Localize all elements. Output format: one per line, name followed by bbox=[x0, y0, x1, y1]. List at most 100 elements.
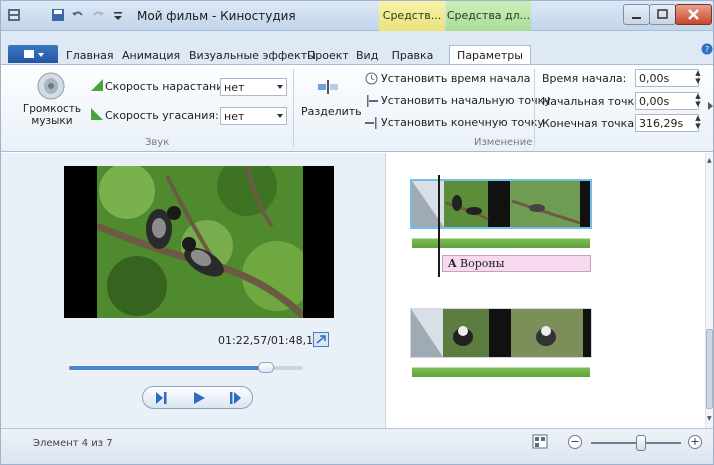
thumbnail-size-icon[interactable] bbox=[532, 434, 548, 449]
help-icon[interactable]: ? bbox=[701, 43, 713, 55]
tab-options[interactable]: Параметры bbox=[449, 45, 531, 65]
start-time-field[interactable]: 0,00s bbox=[635, 69, 699, 87]
audio-waveform bbox=[412, 365, 590, 377]
play-button[interactable] bbox=[181, 387, 217, 408]
file-menu-button[interactable] bbox=[8, 45, 58, 63]
set-start-point-button[interactable]: Установить начальную точку bbox=[365, 93, 551, 109]
next-frame-icon bbox=[230, 392, 241, 404]
tab-animation[interactable]: Анимация bbox=[117, 45, 185, 65]
start-point-spinner[interactable]: ▲ ▼ bbox=[693, 92, 703, 110]
playhead[interactable] bbox=[438, 175, 440, 277]
maximize-icon bbox=[657, 9, 668, 19]
seek-bar[interactable] bbox=[69, 362, 303, 373]
window-title: Мой фильм - Киностудия bbox=[137, 9, 296, 23]
split-icon bbox=[318, 80, 338, 94]
ribbon-scroll-right-icon[interactable] bbox=[708, 102, 713, 110]
zoom-out-button[interactable]: − bbox=[568, 435, 582, 449]
start-time-label: Время начала: bbox=[542, 72, 627, 85]
previous-frame-button[interactable] bbox=[145, 387, 181, 408]
start-point-icon bbox=[367, 95, 378, 107]
group-divider bbox=[293, 69, 294, 147]
fade-in-icon bbox=[91, 79, 103, 91]
start-point-field[interactable]: 0,00s bbox=[635, 92, 699, 110]
fullscreen-button[interactable] bbox=[313, 332, 329, 347]
save-icon[interactable] bbox=[51, 8, 65, 22]
play-icon bbox=[194, 392, 205, 404]
fade-in-select[interactable]: нет bbox=[220, 78, 287, 96]
text-icon: A bbox=[448, 257, 457, 270]
music-volume-label: Громкость музыки bbox=[22, 103, 82, 127]
end-point-spinner[interactable]: ▲ ▼ bbox=[693, 114, 703, 132]
next-frame-button[interactable] bbox=[216, 387, 252, 408]
end-point-field[interactable]: 316,29s bbox=[635, 114, 699, 132]
title-bar: Мой фильм - Киностудия Средств... Средст… bbox=[1, 1, 713, 31]
vertical-scrollbar[interactable]: ▲ ▼ bbox=[705, 153, 713, 428]
clip-thumbnails bbox=[411, 309, 591, 357]
end-point-label: Конечная точка: bbox=[542, 117, 638, 130]
group-divider bbox=[534, 69, 535, 147]
split-label: Разделить bbox=[301, 105, 362, 118]
tab-visual-effects[interactable]: Визуальные эффекты bbox=[184, 45, 321, 65]
edit-group-label: Изменение bbox=[474, 137, 533, 148]
spin-up-icon: ▲ bbox=[695, 92, 701, 100]
minimize-icon bbox=[632, 17, 641, 19]
tab-home[interactable]: Главная bbox=[61, 45, 119, 65]
expand-icon bbox=[316, 335, 326, 344]
fade-in-value: нет bbox=[224, 81, 245, 94]
seek-progress bbox=[69, 366, 266, 370]
fade-out-select[interactable]: нет bbox=[220, 107, 287, 125]
status-text: Элемент 4 из 7 bbox=[33, 438, 113, 449]
customize-qat-icon[interactable] bbox=[111, 8, 125, 22]
transport-controls bbox=[142, 386, 253, 409]
spin-down-icon: ▼ bbox=[695, 77, 701, 85]
seek-thumb[interactable] bbox=[257, 362, 274, 373]
tab-view[interactable]: Вид bbox=[351, 45, 383, 65]
fade-out-label: Скорость угасания: bbox=[105, 109, 219, 122]
maximize-button[interactable] bbox=[649, 4, 676, 25]
file-menu-icon bbox=[24, 50, 44, 58]
audio-group-label: Звук bbox=[145, 137, 170, 148]
storyboard-clip[interactable] bbox=[410, 308, 592, 358]
app-icon bbox=[8, 9, 20, 21]
fade-in-label: Скорость нарастания: bbox=[105, 80, 234, 93]
set-end-point-button[interactable]: Установить конечную точку bbox=[365, 115, 544, 131]
scroll-down-icon[interactable]: ▼ bbox=[707, 415, 712, 422]
spin-up-icon: ▲ bbox=[695, 69, 701, 77]
tab-edit[interactable]: Правка bbox=[386, 45, 439, 65]
set-end-point-label: Установить конечную точку bbox=[381, 116, 544, 129]
fade-out-icon bbox=[91, 108, 103, 120]
chevron-down-icon bbox=[277, 85, 283, 89]
scroll-up-icon[interactable]: ▲ bbox=[707, 157, 712, 164]
playback-time: 01:22,57/01:48,18 bbox=[218, 334, 321, 347]
previous-frame-icon bbox=[156, 392, 167, 404]
caption-clip[interactable]: A Вороны bbox=[442, 255, 591, 272]
close-icon bbox=[688, 9, 699, 20]
split-button[interactable]: Разделить bbox=[298, 71, 362, 127]
set-start-time-button[interactable]: Установить время начала bbox=[365, 71, 535, 87]
caption-text: Вороны bbox=[460, 257, 505, 270]
spin-up-icon: ▲ bbox=[695, 114, 701, 122]
fade-out-value: нет bbox=[224, 110, 245, 123]
minimize-button[interactable] bbox=[623, 4, 650, 25]
speaker-icon bbox=[37, 72, 65, 100]
scroll-thumb[interactable] bbox=[706, 329, 713, 409]
app-window: Мой фильм - Киностудия Средств... Средст… bbox=[0, 0, 714, 465]
tab-project[interactable]: Проект bbox=[302, 45, 354, 65]
zoom-in-button[interactable]: + bbox=[688, 435, 702, 449]
context-tab-video-tools[interactable]: Средств... bbox=[379, 1, 445, 31]
end-point-icon bbox=[365, 117, 377, 129]
spin-down-icon: ▼ bbox=[695, 122, 701, 130]
set-start-point-label: Установить начальную точку bbox=[381, 94, 551, 107]
context-tab-audio-tools[interactable]: Средства дл... bbox=[446, 1, 531, 31]
video-frame-image bbox=[97, 166, 303, 318]
redo-icon[interactable] bbox=[91, 8, 105, 22]
undo-icon[interactable] bbox=[71, 8, 85, 22]
start-time-spinner[interactable]: ▲ ▼ bbox=[693, 69, 703, 87]
svg-text:?: ? bbox=[705, 45, 709, 54]
spin-down-icon: ▼ bbox=[695, 100, 701, 108]
chevron-down-icon bbox=[277, 114, 283, 118]
music-volume-button[interactable]: Громкость музыки bbox=[21, 69, 83, 133]
zoom-thumb[interactable] bbox=[635, 435, 646, 451]
close-button[interactable] bbox=[675, 4, 712, 25]
start-point-label: Начальная точка: bbox=[542, 95, 645, 108]
